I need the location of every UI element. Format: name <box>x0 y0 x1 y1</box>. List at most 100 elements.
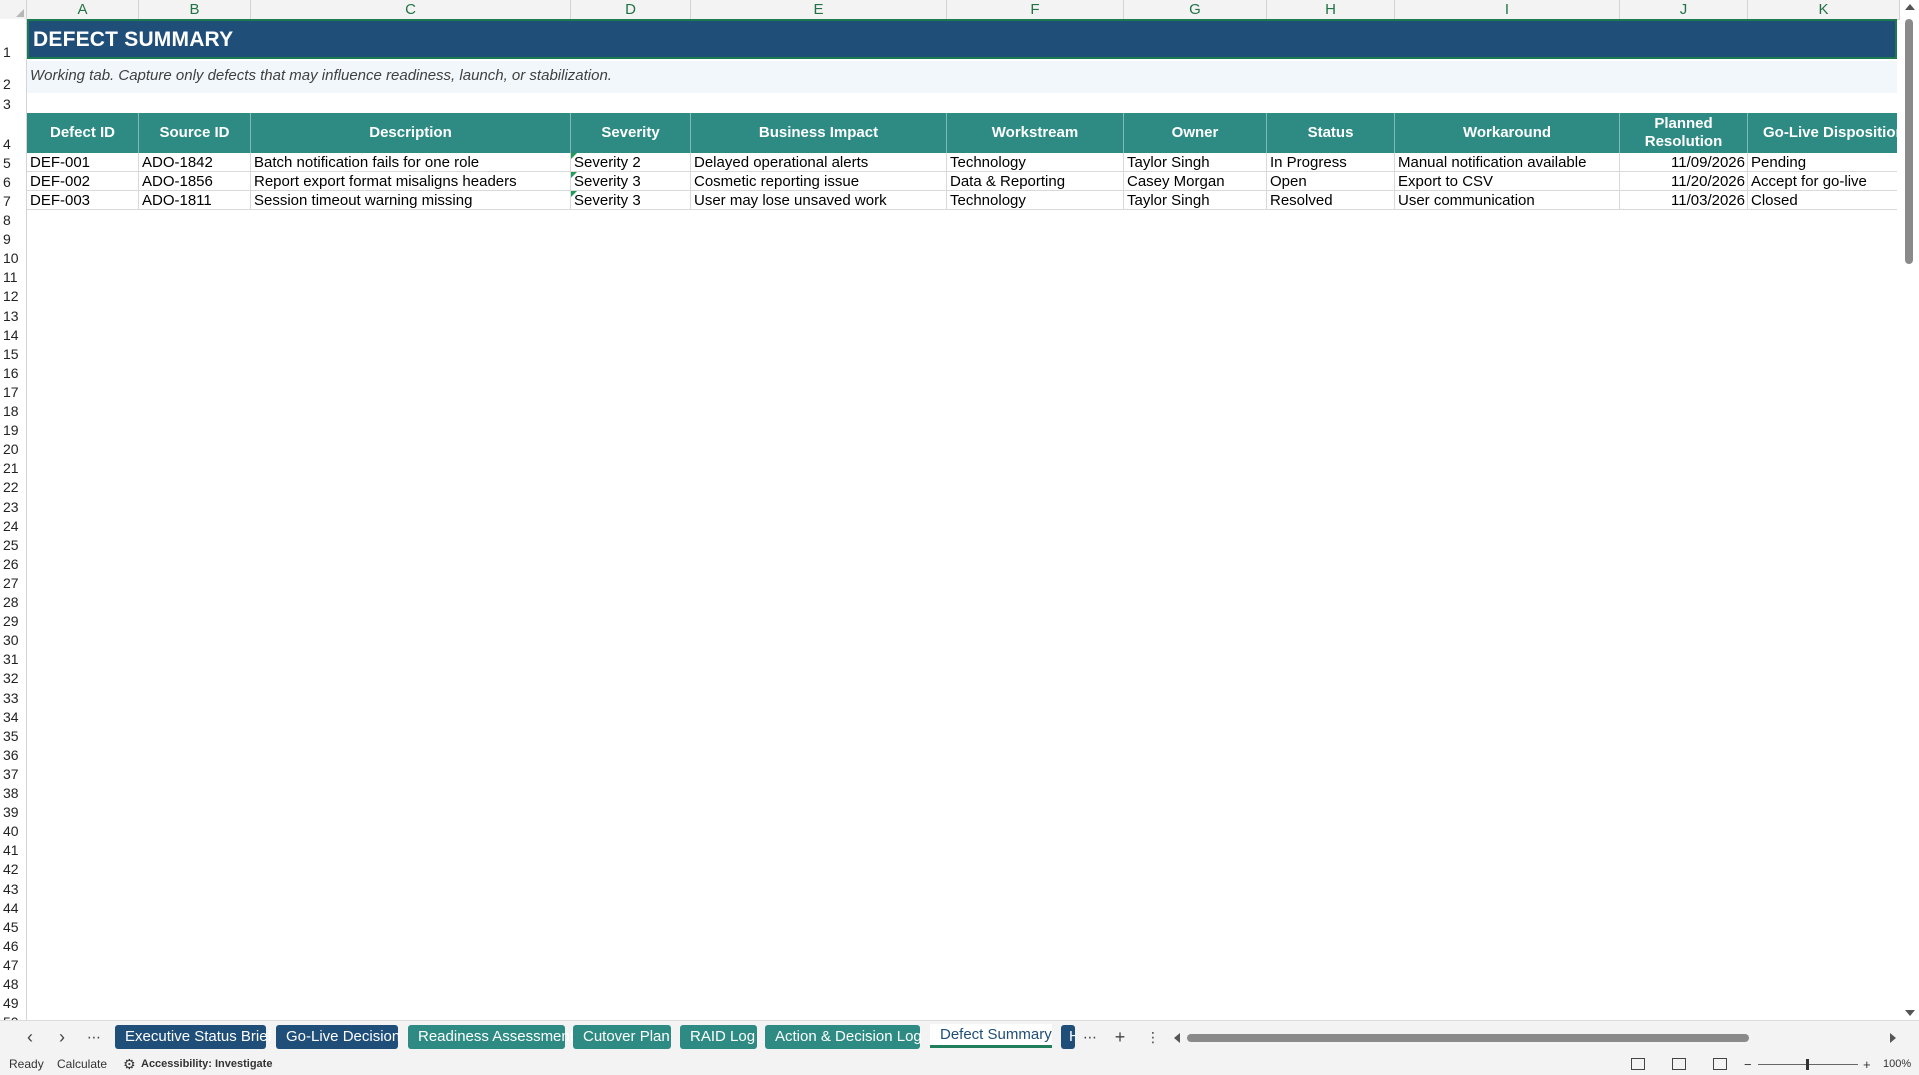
tab-partial-hidden[interactable]: H <box>1061 1025 1075 1049</box>
column-header-h[interactable]: H <box>1267 0 1395 19</box>
prev-sheet-button[interactable]: ‹ <box>18 1025 42 1049</box>
row-header-42[interactable]: 42 <box>0 859 26 878</box>
row-header-4[interactable]: 4 <box>0 113 26 153</box>
page-layout-view-icon[interactable] <box>1672 1058 1686 1070</box>
cell-business-impact[interactable]: Cosmetic reporting issue <box>691 172 947 191</box>
add-sheet-button[interactable]: + <box>1108 1025 1132 1049</box>
vertical-scrollbar[interactable] <box>1900 0 1919 1020</box>
tab-defect-summary[interactable]: Defect Summary <box>930 1024 1052 1048</box>
cell-workaround[interactable]: User communication <box>1395 191 1620 210</box>
cell-workstream[interactable]: Technology <box>947 153 1124 172</box>
row-header-32[interactable]: 32 <box>0 668 26 687</box>
cell-defect-id[interactable]: DEF-002 <box>27 172 139 191</box>
row-header-35[interactable]: 35 <box>0 726 26 745</box>
row-header-43[interactable]: 43 <box>0 879 26 898</box>
row-header-2[interactable]: 2 <box>0 61 26 93</box>
cell-planned-resolution[interactable]: 11/09/2026 <box>1620 153 1748 172</box>
cell-workaround[interactable]: Manual notification available <box>1395 153 1620 172</box>
scroll-down-icon[interactable] <box>1905 1010 1915 1016</box>
row-header-47[interactable]: 47 <box>0 955 26 974</box>
row-header-46[interactable]: 46 <box>0 936 26 955</box>
row-header-30[interactable]: 30 <box>0 630 26 649</box>
cell-workstream[interactable]: Data & Reporting <box>947 172 1124 191</box>
row-header-5[interactable]: 5 <box>0 153 26 172</box>
row-header-16[interactable]: 16 <box>0 363 26 382</box>
column-header-b[interactable]: B <box>139 0 251 19</box>
cell-owner[interactable]: Taylor Singh <box>1124 153 1267 172</box>
scroll-left-icon[interactable] <box>1174 1033 1180 1043</box>
row-header-39[interactable]: 39 <box>0 802 26 821</box>
header-go-live-disposition[interactable]: Go-Live Disposition <box>1748 113 1897 153</box>
zoom-in-button[interactable]: + <box>1863 1054 1871 1075</box>
row-header-45[interactable]: 45 <box>0 917 26 936</box>
cell-description[interactable]: Batch notification fails for one role <box>251 153 571 172</box>
tab-readiness-assessment[interactable]: Readiness Assessment <box>408 1025 574 1049</box>
select-all-corner[interactable] <box>0 0 27 19</box>
cell-go-live-disposition[interactable]: Pending <box>1748 153 1897 172</box>
normal-view-icon[interactable] <box>1631 1058 1645 1070</box>
zoom-slider-handle[interactable] <box>1806 1059 1809 1070</box>
cell-workstream[interactable]: Technology <box>947 191 1124 210</box>
cell-status[interactable]: Open <box>1267 172 1395 191</box>
cell-business-impact[interactable]: User may lose unsaved work <box>691 191 947 210</box>
cell-source-id[interactable]: ADO-1856 <box>139 172 251 191</box>
vertical-scroll-thumb[interactable] <box>1905 19 1913 264</box>
worksheet-grid[interactable]: DEFECT SUMMARY Working tab. Capture only… <box>27 19 1897 1020</box>
cell-severity[interactable]: Severity 3 <box>571 191 691 210</box>
scroll-right-icon[interactable] <box>1890 1033 1896 1043</box>
cell-defect-id[interactable]: DEF-003 <box>27 191 139 210</box>
page-break-view-icon[interactable] <box>1713 1058 1727 1070</box>
next-sheet-button[interactable]: › <box>50 1025 74 1049</box>
row-header-26[interactable]: 26 <box>0 554 26 573</box>
column-header-c[interactable]: C <box>251 0 571 19</box>
row-header-36[interactable]: 36 <box>0 745 26 764</box>
tab-raid-log[interactable]: RAID Log <box>680 1025 757 1049</box>
horizontal-scrollbar[interactable] <box>1172 1032 1898 1044</box>
row-header-50[interactable]: 50 <box>0 1012 26 1020</box>
row-header-8[interactable]: 8 <box>0 210 26 229</box>
row-header-27[interactable]: 27 <box>0 573 26 592</box>
header-planned-resolution[interactable]: Planned Resolution <box>1620 113 1748 153</box>
cell-source-id[interactable]: ADO-1811 <box>139 191 251 210</box>
row-header-21[interactable]: 21 <box>0 458 26 477</box>
error-indicator-icon[interactable] <box>571 172 577 178</box>
row-header-23[interactable]: 23 <box>0 497 26 516</box>
row-header-48[interactable]: 48 <box>0 974 26 993</box>
cell-planned-resolution[interactable]: 11/03/2026 <box>1620 191 1748 210</box>
cell-planned-resolution[interactable]: 11/20/2026 <box>1620 172 1748 191</box>
row-header-38[interactable]: 38 <box>0 783 26 802</box>
cell-status[interactable]: Resolved <box>1267 191 1395 210</box>
row-header-10[interactable]: 10 <box>0 248 26 267</box>
column-header-d[interactable]: D <box>571 0 691 19</box>
column-header-k[interactable]: K <box>1748 0 1900 19</box>
row-header-18[interactable]: 18 <box>0 401 26 420</box>
row-header-41[interactable]: 41 <box>0 840 26 859</box>
row-header-15[interactable]: 15 <box>0 344 26 363</box>
header-workstream[interactable]: Workstream <box>947 113 1124 153</box>
row-header-25[interactable]: 25 <box>0 535 26 554</box>
error-indicator-icon[interactable] <box>571 191 577 197</box>
cell-description[interactable]: Session timeout warning missing <box>251 191 571 210</box>
scroll-up-icon[interactable] <box>1905 4 1915 10</box>
cell-severity[interactable]: Severity 3 <box>571 172 691 191</box>
tab-executive-status-brief[interactable]: Executive Status Brief <box>115 1025 272 1049</box>
accessibility-icon[interactable]: ⚙ <box>123 1054 136 1075</box>
column-header-g[interactable]: G <box>1124 0 1267 19</box>
row-header-13[interactable]: 13 <box>0 306 26 325</box>
zoom-level[interactable]: 100% <box>1883 1054 1911 1075</box>
row-header-12[interactable]: 12 <box>0 286 26 305</box>
tab-options-button[interactable]: ⋮ <box>1141 1025 1165 1049</box>
row-header-6[interactable]: 6 <box>0 172 26 191</box>
title-cell[interactable]: DEFECT SUMMARY <box>27 19 1897 59</box>
row-header-1[interactable]: 1 <box>0 19 26 61</box>
tab-cutover-plan[interactable]: Cutover Plan <box>573 1025 671 1049</box>
cell-workaround[interactable]: Export to CSV <box>1395 172 1620 191</box>
row-header-31[interactable]: 31 <box>0 649 26 668</box>
column-header-a[interactable]: A <box>27 0 139 19</box>
cell-business-impact[interactable]: Delayed operational alerts <box>691 153 947 172</box>
more-sheets-right-button[interactable]: ⋯ <box>1078 1025 1102 1049</box>
cell-status[interactable]: In Progress <box>1267 153 1395 172</box>
column-header-j[interactable]: J <box>1620 0 1748 19</box>
more-sheets-left-button[interactable]: ⋯ <box>82 1025 106 1049</box>
row-header-11[interactable]: 11 <box>0 267 26 286</box>
